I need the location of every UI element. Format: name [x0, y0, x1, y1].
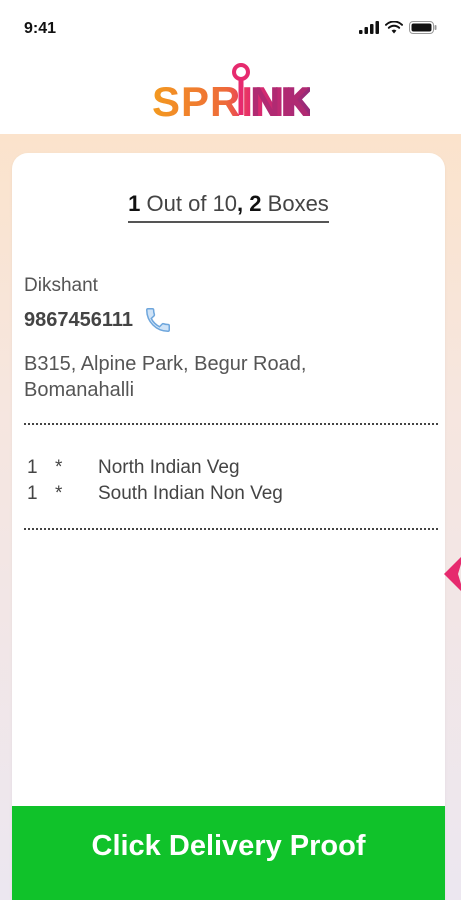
item-qty: 1 [27, 457, 38, 478]
item-name: North Indian Veg [98, 457, 240, 478]
svg-text:NK: NK [250, 78, 310, 122]
address-line-2: Bomanahalli [24, 379, 135, 401]
counter-boxes: 2 [249, 191, 262, 216]
list-item: 1 * North Indian Veg [27, 455, 283, 481]
app-header: SPRINK NK [0, 56, 461, 134]
divider-top [24, 423, 438, 425]
counter-total: Out of 10 [140, 191, 238, 216]
status-bar: 9:41 [0, 0, 461, 56]
item-name: South Indian Non Veg [98, 483, 283, 504]
phone-number: 9867456111 [24, 308, 134, 331]
item-qty: 1 [27, 483, 38, 504]
signal-icon [359, 21, 379, 34]
counter-current: 1 [128, 191, 141, 216]
item-separator: * [55, 483, 63, 504]
box-counter: 1 Out of 10, 2 Boxes [12, 191, 445, 223]
wifi-icon [385, 21, 403, 34]
counter-boxes-label: Boxes [261, 191, 329, 216]
item-separator: * [55, 457, 63, 478]
order-items: 1 * North Indian Veg 1 * South Indian No… [27, 455, 283, 507]
list-item: 1 * South Indian Non Veg [27, 481, 283, 507]
address-line-1: B315, Alpine Park, Begur Road, [24, 353, 307, 375]
sprink-logo: SPRINK NK [152, 63, 310, 122]
star-decoration-icon [444, 557, 461, 591]
status-time: 9:41 [24, 20, 57, 37]
status-icons [359, 21, 437, 34]
screen: 9:41 SPRINK NK 1 Out of 10, 2 Boxes Diks… [0, 0, 461, 900]
customer-name: Dikshant [24, 275, 98, 296]
phone-call-icon[interactable] [143, 305, 173, 335]
delivery-card: 1 Out of 10, 2 Boxes Dikshant 9867456111… [12, 153, 445, 900]
phone-row: 9867456111 [24, 305, 173, 335]
divider-bottom [24, 528, 438, 530]
delivery-proof-button[interactable]: Click Delivery Proof [12, 806, 445, 900]
delivery-address: B315, Alpine Park, Begur Road, Bomanahal… [24, 351, 354, 403]
battery-icon [409, 21, 437, 34]
